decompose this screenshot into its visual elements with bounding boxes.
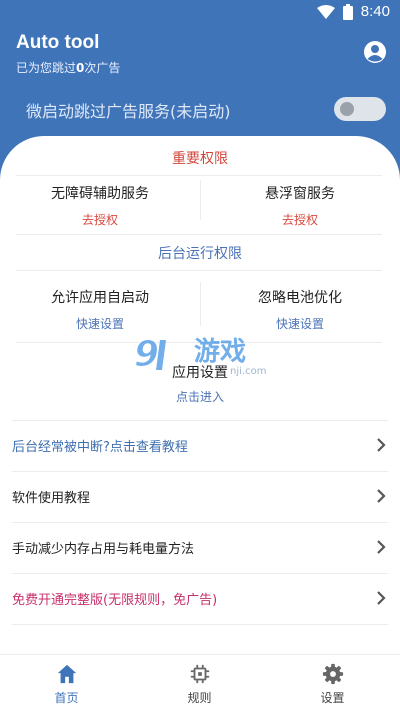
service-toggle[interactable]	[334, 97, 386, 121]
chevron-right-icon	[377, 591, 386, 605]
app-title: Auto tool	[16, 32, 100, 53]
chevron-right-icon	[377, 438, 386, 452]
gear-icon	[322, 663, 344, 685]
permission-title: 无障碍辅助服务	[51, 186, 149, 202]
important-permissions-title: 重要权限	[172, 151, 228, 167]
status-bar: 8:40	[0, 0, 400, 26]
divider	[16, 175, 382, 176]
accessibility-permission[interactable]: 无障碍辅助服务 去授权	[0, 183, 200, 228]
nav-home[interactable]: 首页	[0, 655, 133, 711]
authorize-link[interactable]: 去授权	[0, 211, 200, 228]
nav-label: 首页	[54, 691, 79, 705]
autostart-permission[interactable]: 允许应用自启动 快速设置	[0, 287, 200, 332]
app-header: Auto tool 已为您跳过0次广告	[0, 26, 400, 86]
account-circle-icon[interactable]	[363, 40, 387, 64]
permission-title: 悬浮窗服务	[265, 186, 335, 202]
status-time: 8:40	[360, 3, 390, 20]
home-icon	[57, 664, 77, 684]
permission-title: 忽略电池优化	[258, 290, 342, 306]
divider	[16, 270, 382, 271]
authorize-link[interactable]: 去授权	[200, 211, 400, 228]
watermark-text: 游戏	[194, 337, 246, 367]
battery-optimization-permission[interactable]: 忽略电池优化 快速设置	[200, 287, 400, 332]
background-permissions-title: 后台运行权限	[158, 246, 242, 262]
quick-setup-link[interactable]: 快速设置	[200, 315, 400, 332]
divider	[16, 234, 382, 235]
permission-title: 允许应用自启动	[51, 290, 149, 306]
list-item-label: 后台经常被中断?点击查看教程	[12, 440, 188, 455]
divider	[12, 624, 388, 625]
nav-label: 规则	[187, 691, 212, 705]
skip-prefix: 已为您跳过	[16, 61, 77, 75]
list-item-label: 手动减少内存占用与耗电量方法	[12, 542, 195, 557]
list-item-label: 免费开通完整版(无限规则，免广告)	[12, 593, 218, 608]
list-item-memory-tips[interactable]: 手动减少内存占用与耗电量方法	[0, 522, 400, 573]
bottom-navigation: 首页 规则 设置	[0, 654, 400, 711]
chip-icon	[190, 664, 210, 684]
enter-link[interactable]: 点击进入	[0, 388, 400, 405]
content-sheet: 重要权限 无障碍辅助服务 去授权 悬浮窗服务 去授权 后台运行权限 允许应用自启…	[0, 136, 400, 711]
nav-settings[interactable]: 设置	[266, 655, 399, 711]
quick-setup-link[interactable]: 快速设置	[0, 315, 200, 332]
list-item-usage-tutorial[interactable]: 软件使用教程	[0, 471, 400, 522]
service-row: 微启动跳过广告服务(未启动)	[0, 92, 400, 128]
watermark-logo: 9 游戏 nji.com	[134, 334, 267, 378]
chevron-right-icon	[377, 489, 386, 503]
skip-suffix: 次广告	[84, 61, 121, 75]
watermark-domain: nji.com	[230, 366, 266, 377]
toggle-knob	[340, 102, 354, 116]
overlay-permission[interactable]: 悬浮窗服务 去授权	[200, 183, 400, 228]
list-item-background-tutorial[interactable]: 后台经常被中断?点击查看教程	[0, 420, 400, 471]
watermark-number: 9	[134, 334, 159, 375]
list-item-label: 软件使用教程	[12, 491, 91, 506]
nav-rules[interactable]: 规则	[133, 655, 266, 711]
nav-label: 设置	[320, 691, 345, 705]
battery-icon	[342, 3, 353, 20]
wifi-icon	[316, 4, 335, 19]
skip-summary: 已为您跳过0次广告	[16, 59, 120, 76]
list-item-upgrade[interactable]: 免费开通完整版(无限规则，免广告)	[0, 573, 400, 624]
service-status-label: 微启动跳过广告服务(未启动)	[26, 102, 231, 121]
chevron-right-icon	[377, 540, 386, 554]
